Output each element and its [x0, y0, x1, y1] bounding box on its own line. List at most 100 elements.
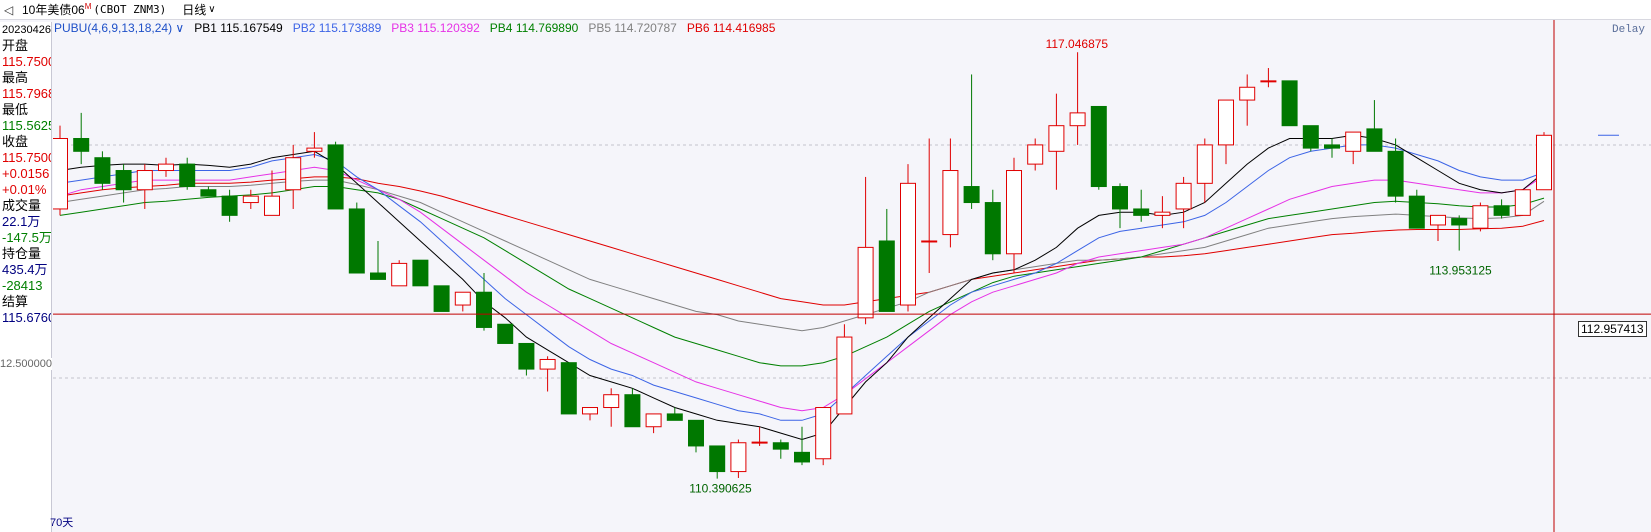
candle-body-down: [1366, 128, 1383, 152]
candle-body-up: [900, 182, 916, 306]
candle: [1514, 189, 1531, 216]
candle-body-down: [1493, 205, 1510, 216]
candle-body-down: [560, 362, 577, 415]
candle: [391, 260, 408, 287]
instrument-sup: M: [84, 2, 92, 11]
candle-body-down: [709, 445, 726, 473]
legend-pb1: PB1 115.167549: [194, 21, 283, 35]
candle: [327, 141, 344, 210]
chevron-down-icon[interactable]: ∨: [208, 4, 215, 15]
info-oi-change: -28413: [2, 278, 43, 293]
annotation-max: 117.046875: [1046, 37, 1109, 51]
candle-body-down: [327, 144, 344, 210]
period-selector[interactable]: 日线: [182, 1, 206, 18]
candle: [582, 407, 598, 421]
candle-body-up: [1069, 112, 1086, 127]
candle-body-up: [1048, 125, 1065, 152]
candle: [179, 157, 196, 190]
candle: [73, 112, 90, 165]
candle-body-up: [582, 407, 598, 415]
candle-body-up: [264, 195, 280, 216]
candle-body-down: [518, 342, 535, 370]
candle: [730, 439, 747, 478]
info-change: +0.0156: [2, 166, 50, 181]
info-volume-change: -147.5万: [2, 230, 52, 245]
candle-body-down: [772, 442, 789, 450]
candle-body-up: [539, 358, 556, 370]
candles: [53, 52, 1552, 479]
annotation-min: 110.390625: [689, 482, 752, 496]
candle: [751, 426, 768, 446]
instrument-name-text: 10年美债06: [22, 3, 85, 17]
info-open-label: 开盘: [2, 38, 29, 53]
candlestick-chart[interactable]: 117.046875 110.390625 113.953125: [53, 20, 1651, 532]
candle-body-up: [751, 441, 768, 444]
candle: [815, 407, 832, 466]
candle: [900, 164, 916, 312]
candle: [518, 342, 535, 376]
indicator-lines: [59, 134, 1545, 441]
candle-body-down: [794, 451, 810, 463]
candle-body-up: [1472, 205, 1489, 229]
candle: [1366, 100, 1383, 152]
series-line-pb3: [59, 166, 1545, 412]
candle-body-up: [454, 291, 471, 306]
candle-body-up: [942, 170, 959, 236]
candle-body-down: [200, 189, 217, 197]
candle-body-down: [963, 186, 980, 204]
candle-body-down: [624, 394, 641, 428]
candle-body-up: [857, 246, 874, 319]
candle-body-up: [1536, 134, 1552, 191]
back-icon[interactable]: ◁: [4, 3, 20, 17]
candle-body-up: [1218, 99, 1234, 146]
candle-body-down: [370, 272, 386, 280]
candle-body-up: [1027, 144, 1044, 165]
candle-body-up: [53, 137, 68, 210]
candle: [1133, 189, 1150, 222]
candle: [709, 445, 726, 479]
candle-body-down: [666, 413, 683, 421]
candle: [370, 240, 386, 280]
instrument-name[interactable]: 10年美债06M: [22, 1, 91, 18]
info-close-label: 收盘: [2, 134, 29, 149]
info-high-label: 最高: [2, 70, 29, 85]
candle-body-down: [73, 137, 90, 152]
title-bar: ◁ 10年美债06M (CBOT ZNM3) 日线 ∨: [0, 0, 1651, 20]
indicator-legend: PUBU(4,6,9,13,18,24) ∨ PB1 115.167549 PB…: [54, 21, 775, 37]
legend-indicator-name[interactable]: PUBU(4,6,9,13,18,24) ∨: [54, 21, 184, 37]
candle-body-up: [1006, 170, 1022, 255]
candle-body-up: [391, 262, 408, 287]
candle-body-up: [306, 147, 323, 152]
candle: [476, 273, 492, 331]
candle: [836, 324, 853, 415]
candle-body-up: [1514, 189, 1531, 216]
series-line-pb5: [59, 179, 1545, 332]
candle: [1027, 138, 1044, 171]
candle: [603, 388, 620, 427]
candle: [1218, 99, 1234, 165]
candle: [1154, 196, 1171, 229]
candle-body-down: [1302, 125, 1319, 149]
candle: [412, 259, 429, 287]
legend-pb6: PB6 114.416985: [686, 21, 776, 35]
crosshair: [53, 20, 1651, 532]
candle: [1281, 80, 1298, 127]
candle: [857, 176, 874, 325]
candle: [772, 439, 789, 459]
info-open: 115.7500: [2, 54, 52, 69]
candle-body-down: [1133, 208, 1150, 216]
candle-body-up: [1175, 182, 1192, 210]
info-close: 115.7500: [2, 150, 52, 165]
candle-body-up: [815, 407, 832, 460]
legend-chevron-icon: ∨: [172, 21, 185, 35]
legend-pb3: PB3 115.120392: [391, 21, 480, 35]
candle-body-up: [1260, 80, 1277, 83]
candle: [645, 413, 662, 434]
candle-body-up: [285, 157, 302, 191]
candle: [53, 125, 68, 216]
candle-body-down: [179, 163, 196, 188]
candle: [158, 157, 174, 177]
series-line-pb1: [59, 134, 1545, 441]
candle: [1260, 68, 1277, 88]
candle: [1536, 132, 1552, 191]
